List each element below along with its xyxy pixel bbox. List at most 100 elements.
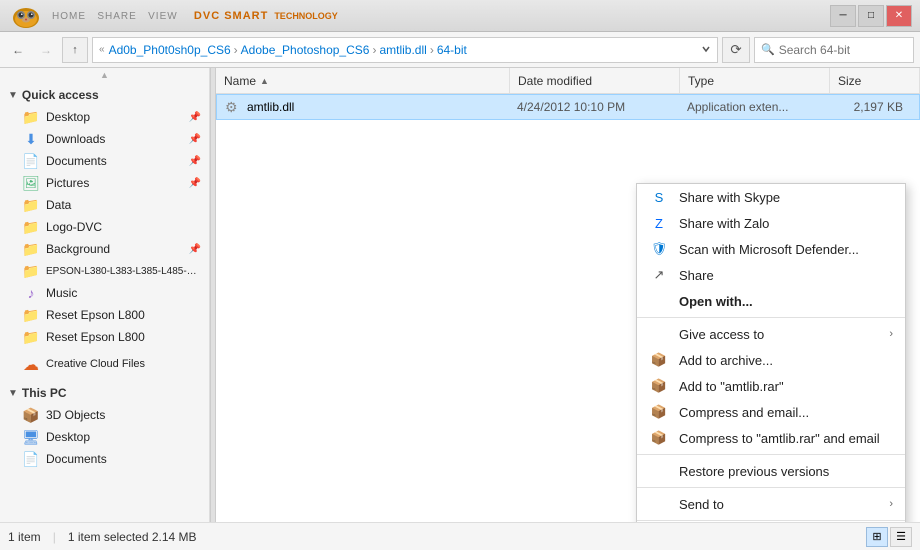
pin-icon: 📌 <box>189 112 201 123</box>
ctx-menu-item-give-access[interactable]: Give access to› <box>637 321 905 347</box>
this-pc-header[interactable]: ▼ This PC <box>0 380 209 404</box>
context-menu: SShare with Skype Z Share with Zalo 🛡Scan w… <box>636 183 906 522</box>
sidebar-item-label: Data <box>46 198 71 212</box>
app-logo <box>8 2 44 30</box>
this-pc-arrow: ▼ <box>8 388 18 399</box>
ctx-menu-item-share[interactable]: ↗Share <box>637 262 905 288</box>
sidebar-item-desktop[interactable]: 📁 Desktop 📌 <box>0 106 209 128</box>
sidebar-item-documents[interactable]: 📄 Documents 📌 <box>0 150 209 172</box>
ctx-menu-item-compress-amtlib-email[interactable]: 📦Compress to "amtlib.rar" and email <box>637 425 905 451</box>
minimize-button[interactable]: ─ <box>830 5 856 27</box>
ctx-item-label: Share with Skype <box>679 190 780 205</box>
view-detail-button[interactable]: ⊞ <box>866 527 888 547</box>
sidebar-item-music[interactable]: ♪ Music <box>0 282 209 304</box>
path-part-2[interactable]: Adobe_Photoshop_CS6 <box>241 43 370 57</box>
ctx-menu-item-add-archive[interactable]: 📦Add to archive... <box>637 347 905 373</box>
sidebar-item-creative-cloud[interactable]: ☁ Creative Cloud Files <box>0 354 209 376</box>
file-type-icon: ⚙ <box>225 99 241 115</box>
status-bar: 1 item | 1 item selected 2.14 MB ⊞ ☰ <box>0 522 920 550</box>
sidebar-item-label: Background <box>46 242 110 256</box>
ctx-menu-item-open-with[interactable]: Open with... <box>637 288 905 314</box>
sidebar-item-label: Desktop <box>46 430 90 444</box>
pin-icon: 📌 <box>189 178 201 189</box>
ctx-menu-item-send-to[interactable]: Send to › <box>637 491 905 517</box>
ctx-item-label: Compress and email... <box>679 405 809 420</box>
ctx-icon-give-access <box>649 326 669 342</box>
path-part-3[interactable]: amtlib.dll <box>379 43 426 57</box>
ctx-icon-share-zalo: Z <box>649 215 669 231</box>
path-part-1[interactable]: Ad0b_Ph0t0sh0p_CS6 <box>109 43 231 57</box>
content-area: Name ▲ Date modified Type Size ⚙ amtlib.… <box>216 68 920 522</box>
brand-technology: TECHNOLOGY <box>274 11 338 21</box>
sidebar-item-label: Pictures <box>46 176 89 190</box>
sidebar-item-logo-dvc[interactable]: 📁 Logo-DVC <box>0 216 209 238</box>
quick-access-label: Quick access <box>22 88 99 102</box>
ctx-menu-item-compress-email[interactable]: 📦Compress and email... <box>637 399 905 425</box>
search-box[interactable]: 🔍 <box>754 37 914 63</box>
col-date[interactable]: Date modified <box>510 68 680 93</box>
quick-access-arrow: ▼ <box>8 90 18 101</box>
refresh-button[interactable]: ⟳ <box>722 37 750 63</box>
sidebar-item-epson[interactable]: 📁 EPSON-L380-L383-L385-L485-Resetter <box>0 260 209 282</box>
address-path[interactable]: « Ad0b_Ph0t0sh0p_CS6 › Adobe_Photoshop_C… <box>92 37 718 63</box>
table-row[interactable]: ⚙ amtlib.dll 4/24/2012 10:10 PM Applicat… <box>216 94 920 120</box>
ctx-item-label: Share with Zalo <box>679 216 769 231</box>
sidebar-item-label: Documents <box>46 154 107 168</box>
address-bar: ← → ↑ « Ad0b_Ph0t0sh0p_CS6 › Adobe_Photo… <box>0 32 920 68</box>
sidebar-item-3dobjects[interactable]: 📦 3D Objects <box>0 404 209 426</box>
ctx-menu-item-share-zalo[interactable]: Z Share with Zalo <box>637 210 905 236</box>
quick-access-header[interactable]: ▼ Quick access <box>0 82 209 106</box>
folder-icon: 📁 <box>22 263 40 279</box>
sidebar-item-documents2[interactable]: 📄 Documents <box>0 448 209 470</box>
sidebar-item-label: Music <box>46 286 77 300</box>
col-size[interactable]: Size <box>830 68 920 93</box>
sidebar: ▲ ▼ Quick access 📁 Desktop 📌 ⬇ Downloads… <box>0 68 210 522</box>
file-size-cell: 2,197 KB <box>829 100 919 114</box>
sidebar-item-label: Documents <box>46 452 107 466</box>
sidebar-item-downloads[interactable]: ⬇ Downloads 📌 <box>0 128 209 150</box>
view-list-button[interactable]: ☰ <box>890 527 912 547</box>
forward-button[interactable]: → <box>34 38 58 62</box>
title-bar: Home Share View DVC SMART TECHNOLOGY ─ □… <box>0 0 920 32</box>
file-type-cell: Application exten... <box>679 100 829 114</box>
ctx-icon-share: ↗ <box>649 267 669 283</box>
main-container: ▲ ▼ Quick access 📁 Desktop 📌 ⬇ Downloads… <box>0 68 920 522</box>
sidebar-item-reset-epson2[interactable]: 📁 Reset Epson L800 <box>0 326 209 348</box>
ctx-item-label: Scan with Microsoft Defender... <box>679 242 859 257</box>
ctx-menu-item-restore-versions[interactable]: Restore previous versions <box>637 458 905 484</box>
sidebar-item-label: Downloads <box>46 132 105 146</box>
sidebar-item-background[interactable]: 📁 Background 📌 <box>0 238 209 260</box>
col-type[interactable]: Type <box>680 68 830 93</box>
maximize-button[interactable]: □ <box>858 5 884 27</box>
sidebar-item-label: Desktop <box>46 110 90 124</box>
sidebar-item-reset-epson1[interactable]: 📁 Reset Epson L800 <box>0 304 209 326</box>
ctx-item-label: Send to <box>679 497 724 512</box>
search-icon: 🔍 <box>761 43 775 56</box>
window-controls: ─ □ ✕ <box>830 5 912 27</box>
ctx-menu-item-add-amtlib-rar[interactable]: 📦Add to "amtlib.rar" <box>637 373 905 399</box>
ctx-icon-send-to <box>649 496 669 512</box>
path-part-4[interactable]: 64-bit <box>437 43 467 57</box>
col-name[interactable]: Name ▲ <box>216 68 510 93</box>
music-icon: ♪ <box>22 285 40 301</box>
selected-info: 1 item selected 2.14 MB <box>68 530 197 544</box>
folder-icon: 📁 <box>22 307 40 323</box>
view-buttons: ⊞ ☰ <box>866 527 912 547</box>
ctx-icon-open-with <box>649 293 669 309</box>
close-button[interactable]: ✕ <box>886 5 912 27</box>
desktop-icon: 🖥 <box>22 429 40 445</box>
file-name-cell: ⚙ amtlib.dll <box>217 99 509 115</box>
this-pc-label: This PC <box>22 386 67 400</box>
ctx-menu-item-scan-defender[interactable]: 🛡Scan with Microsoft Defender... <box>637 236 905 262</box>
ctx-menu-item-share-skype[interactable]: SShare with Skype <box>637 184 905 210</box>
sidebar-item-label: EPSON-L380-L383-L385-L485-Resetter <box>46 266 201 277</box>
back-button[interactable]: ← <box>6 38 30 62</box>
up-button[interactable]: ↑ <box>62 37 88 63</box>
submenu-arrow: › <box>889 498 893 510</box>
sidebar-item-data[interactable]: 📁 Data <box>0 194 209 216</box>
sidebar-item-desktop2[interactable]: 🖥 Desktop <box>0 426 209 448</box>
sidebar-item-pictures[interactable]: 🖼 Pictures 📌 <box>0 172 209 194</box>
search-input[interactable] <box>779 43 907 57</box>
ctx-item-label: Compress to "amtlib.rar" and email <box>679 431 880 446</box>
column-headers: Name ▲ Date modified Type Size <box>216 68 920 94</box>
